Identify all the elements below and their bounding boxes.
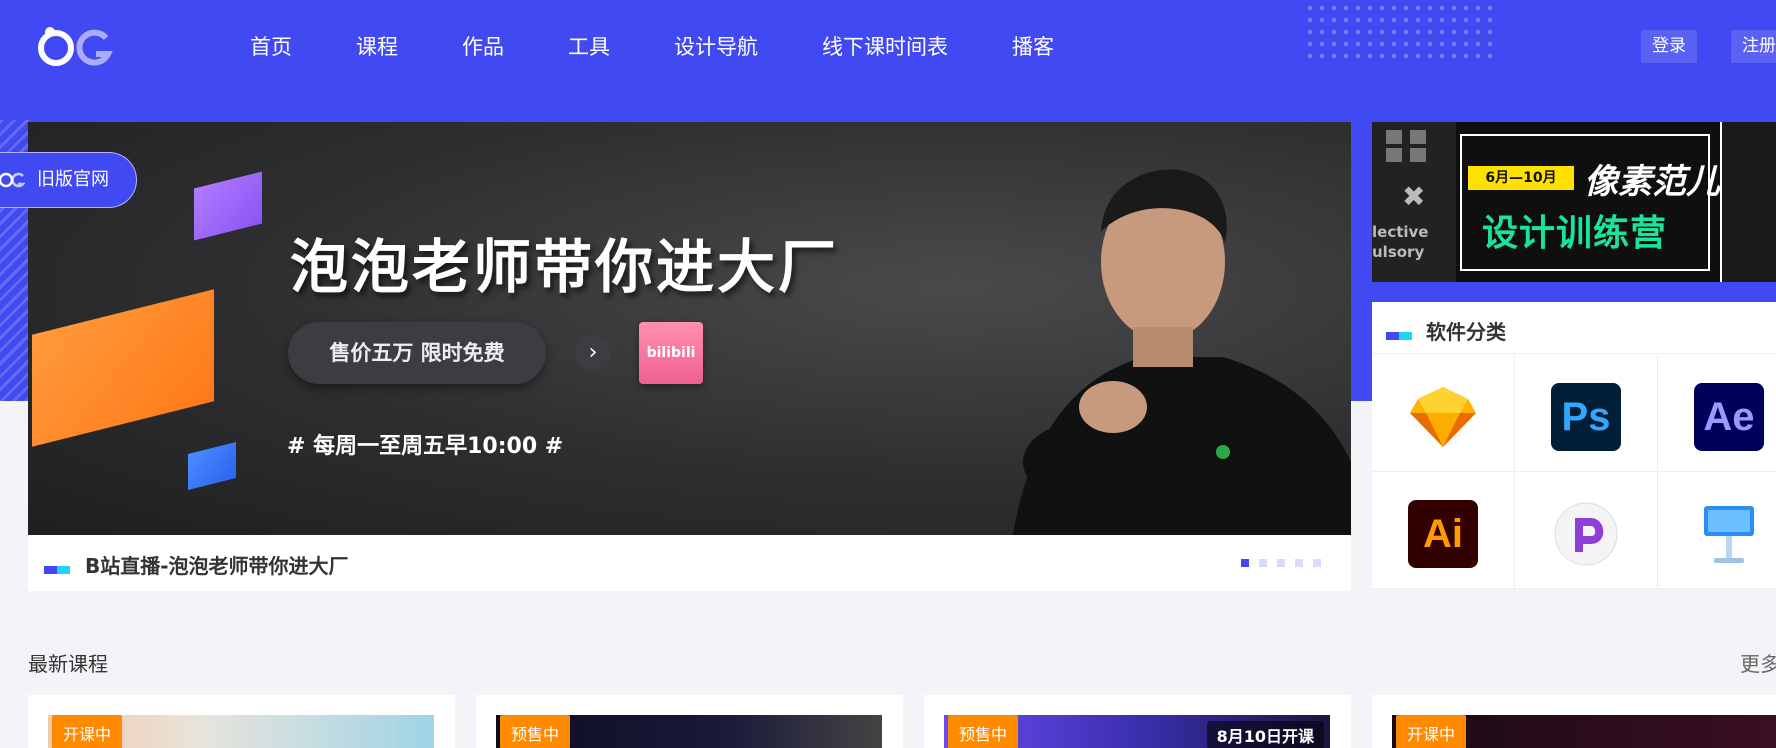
ad-left-panel: ✖ lective ulsory bbox=[1372, 122, 1456, 282]
nav-item-home[interactable]: 首页 bbox=[250, 30, 292, 64]
caption-marker bbox=[44, 559, 70, 574]
decorative-orange-shape bbox=[32, 289, 214, 447]
bilibili-logo: bilibili bbox=[639, 322, 703, 384]
software-item-principle[interactable] bbox=[1515, 472, 1658, 589]
course-status-badge: 开课中 bbox=[1396, 715, 1467, 748]
ad-date-label: 6月—10月 bbox=[1468, 166, 1574, 190]
decorative-purple-shape bbox=[194, 171, 262, 241]
more-link[interactable]: 更多 bbox=[1740, 648, 1776, 677]
course-status-badge: 预售中 bbox=[500, 715, 571, 748]
software-item-sketch[interactable] bbox=[1372, 355, 1515, 472]
banner-caption-bar: B站直播-泡泡老师带你进大厂 bbox=[28, 535, 1351, 591]
ad-brand: 像素范儿 bbox=[1584, 162, 1720, 202]
carousel-dot[interactable] bbox=[1277, 559, 1285, 567]
latest-courses-title: 最新课程 bbox=[28, 652, 108, 676]
ad-square bbox=[1410, 130, 1426, 144]
og-logo-icon bbox=[38, 27, 113, 66]
carousel-dot[interactable] bbox=[1313, 559, 1321, 567]
teacher-photo bbox=[1013, 169, 1351, 535]
banner-caption[interactable]: B站直播-泡泡老师带你进大厂 bbox=[85, 550, 349, 579]
nav-item-tools[interactable]: 工具 bbox=[568, 30, 610, 64]
ad-square bbox=[1410, 148, 1426, 162]
photoshop-icon: Ps bbox=[1551, 383, 1621, 451]
banner-schedule: # 每周一至周五早10:00 # bbox=[287, 434, 564, 459]
hero-banner[interactable]: 泡泡老师带你进大厂 售价五万 限时免费 › bilibili # 每周一至周五早… bbox=[28, 122, 1351, 535]
course-status-badge: 开课中 bbox=[52, 715, 123, 748]
sketch-icon bbox=[1410, 387, 1476, 447]
og-logo[interactable] bbox=[36, 24, 116, 70]
section-marker bbox=[1386, 325, 1412, 344]
ad-right-panel bbox=[1720, 122, 1776, 282]
software-item-photoshop[interactable]: Ps bbox=[1515, 355, 1658, 472]
ad-square bbox=[1386, 130, 1402, 144]
software-grid: Ps Ae Ai bbox=[1372, 355, 1776, 589]
after-effects-icon: Ae bbox=[1694, 383, 1764, 451]
register-button[interactable]: 注册 bbox=[1731, 30, 1776, 63]
carousel-dot[interactable] bbox=[1241, 559, 1249, 567]
old-site-label: 旧版官网 bbox=[37, 169, 109, 190]
ad-side-word: ulsory bbox=[1372, 243, 1425, 261]
course-card[interactable]: 开课中 bbox=[28, 695, 455, 748]
close-x-icon: ✖ bbox=[1402, 180, 1426, 213]
ad-side-words: lective ulsory bbox=[1372, 222, 1428, 262]
illustrator-icon: Ai bbox=[1408, 500, 1478, 568]
course-thumbnail: 开课中 bbox=[1392, 715, 1776, 748]
course-thumbnail: 预售中 bbox=[496, 715, 882, 748]
carousel-dot[interactable] bbox=[1295, 559, 1303, 567]
nav-item-podcast[interactable]: 播客 bbox=[1012, 30, 1054, 64]
nav-item-offline-schedule[interactable]: 线下课时间表 bbox=[822, 30, 948, 64]
price-pill: 售价五万 限时免费 bbox=[288, 322, 546, 384]
course-start-date: 8月10日开课 bbox=[1206, 721, 1324, 748]
nav-item-courses[interactable]: 课程 bbox=[356, 30, 398, 64]
og-mini-icon bbox=[0, 172, 25, 188]
course-card[interactable]: 开课中 bbox=[1372, 695, 1776, 748]
carousel-dots bbox=[1241, 559, 1321, 567]
nav-item-works[interactable]: 作品 bbox=[462, 30, 504, 64]
principle-icon bbox=[1554, 502, 1618, 566]
nav-item-design-nav[interactable]: 设计导航 bbox=[674, 30, 758, 64]
course-thumbnail: 预售中 8月10日开课 bbox=[944, 715, 1330, 748]
banner-title: 泡泡老师带你进大厂 bbox=[290, 233, 840, 301]
bootcamp-ad[interactable]: ✖ lective ulsory 6月—10月 像素范儿 设计训练营 bbox=[1372, 122, 1776, 282]
course-card[interactable]: 预售中 bbox=[476, 695, 903, 748]
old-site-button[interactable]: 旧版官网 bbox=[0, 152, 137, 208]
keynote-icon bbox=[1704, 506, 1754, 563]
course-status-badge: 预售中 bbox=[948, 715, 1019, 748]
decorative-blue-shape bbox=[188, 442, 236, 490]
software-category-panel: 软件分类 Ps Ae Ai bbox=[1372, 302, 1776, 589]
course-card[interactable]: 预售中 8月10日开课 bbox=[924, 695, 1351, 748]
chevron-right-icon: › bbox=[575, 336, 611, 372]
main-nav: 首页 课程 作品 工具 设计导航 线下课时间表 播客 bbox=[250, 30, 1054, 64]
software-item-keynote[interactable] bbox=[1658, 472, 1776, 589]
ad-side-word: lective bbox=[1372, 223, 1429, 241]
ad-square bbox=[1386, 148, 1402, 162]
ad-campaign: 设计训练营 bbox=[1482, 213, 1668, 254]
software-item-illustrator[interactable]: Ai bbox=[1372, 472, 1515, 589]
software-title: 软件分类 bbox=[1426, 320, 1506, 344]
software-header: 软件分类 bbox=[1372, 302, 1776, 354]
site-header: 首页 课程 作品 工具 设计导航 线下课时间表 播客 登录 注册 bbox=[0, 0, 1776, 96]
course-thumbnail: 开课中 bbox=[48, 715, 434, 748]
login-button[interactable]: 登录 bbox=[1641, 30, 1697, 63]
software-item-after-effects[interactable]: Ae bbox=[1658, 355, 1776, 472]
carousel-dot[interactable] bbox=[1259, 559, 1267, 567]
